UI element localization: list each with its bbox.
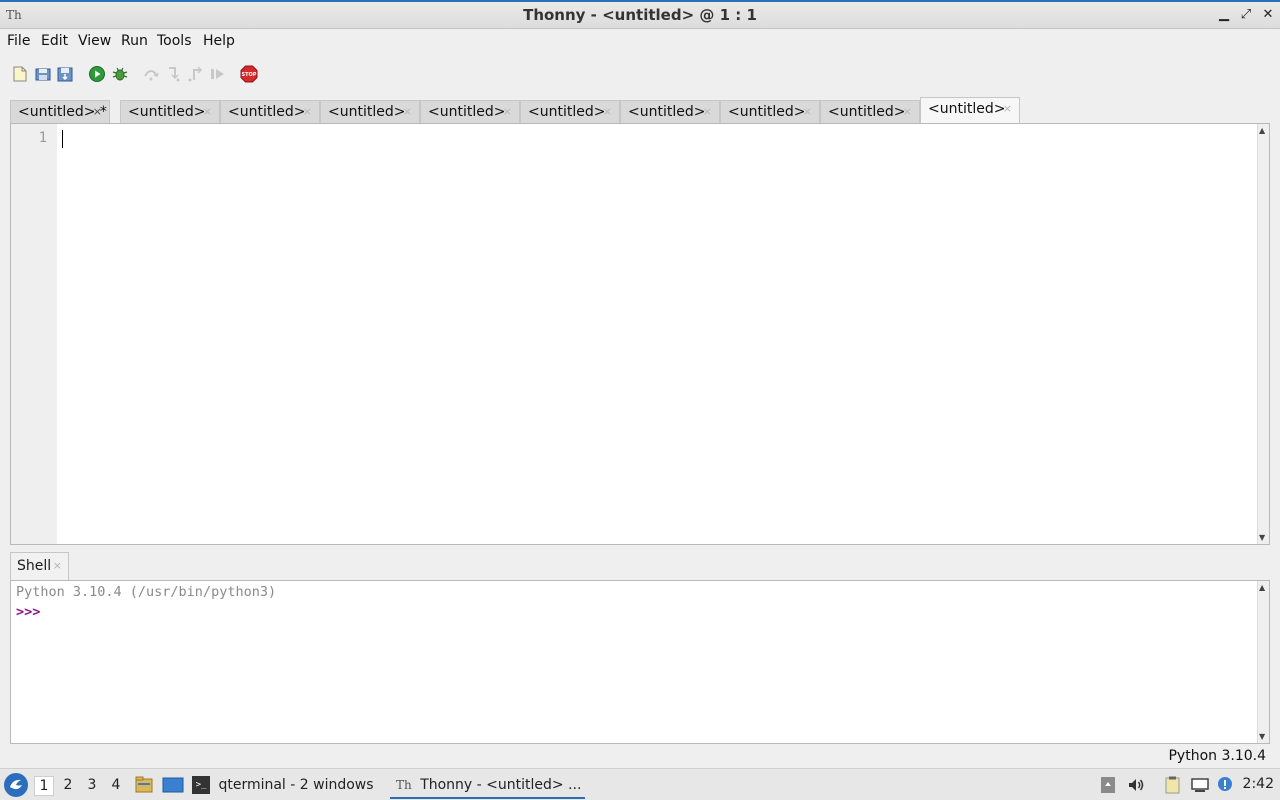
menu-file[interactable]: File: [7, 33, 30, 49]
python-version-status[interactable]: Python 3.10.4: [1168, 748, 1266, 764]
tab-label: <untitled>: [528, 104, 606, 120]
start-menu-button[interactable]: [4, 773, 28, 797]
tab-untitled-3[interactable]: <untitled> ×: [220, 100, 320, 124]
taskbar: 1 2 3 4 >_ qterminal - 2 windows Th Thon…: [0, 768, 1280, 800]
tab-label: <untitled>: [928, 101, 1006, 117]
volume-icon[interactable]: [1126, 775, 1146, 795]
network-icon[interactable]: [1190, 775, 1210, 795]
task-thonny[interactable]: Th Thonny - <untitled> ...: [390, 771, 585, 799]
step-over-icon: [144, 70, 159, 81]
scroll-down-arrow-icon[interactable]: ▼: [1259, 732, 1265, 741]
file-manager-icon[interactable]: [134, 775, 154, 795]
code-editor[interactable]: 1 ▲ ▼: [10, 123, 1270, 545]
workspace-3[interactable]: 3: [82, 776, 102, 796]
tab-label: <untitled>: [428, 104, 506, 120]
tab-untitled-7[interactable]: <untitled> ×: [620, 100, 720, 124]
tab-close-icon[interactable]: ×: [1003, 98, 1012, 120]
toolbar: STOP: [0, 60, 1280, 88]
tab-untitled-2[interactable]: <untitled> ×: [120, 100, 220, 124]
shell-console[interactable]: Python 3.10.4 (/usr/bin/python3) >>> ▲ ▼: [10, 580, 1270, 744]
status-bar: Python 3.10.4: [0, 746, 1280, 768]
shell-tab-close-icon[interactable]: ×: [53, 553, 62, 579]
text-caret: [62, 130, 63, 148]
tab-close-icon[interactable]: ×: [403, 101, 412, 123]
scroll-up-arrow-icon[interactable]: ▲: [1259, 583, 1265, 592]
tab-label: <untitled>: [828, 104, 906, 120]
title-bar: Th Thonny - <untitled> @ 1 : 1 ▁ ⤢ ✕: [0, 0, 1280, 29]
terminal-icon: >_: [192, 776, 210, 794]
clock[interactable]: 2:42: [1243, 776, 1274, 792]
show-desktop-icon[interactable]: [162, 775, 184, 795]
tab-close-icon[interactable]: ×: [803, 101, 812, 123]
tab-untitled-9[interactable]: <untitled> ×: [820, 100, 920, 124]
tab-untitled-6[interactable]: <untitled> ×: [520, 100, 620, 124]
tab-close-icon[interactable]: ×: [303, 101, 312, 123]
stop-icon[interactable]: STOP: [239, 64, 259, 84]
tab-untitled-4[interactable]: <untitled> ×: [320, 100, 420, 124]
task-label: Thonny - <untitled> ...: [420, 777, 582, 793]
menu-bar: File Edit View Run Tools Help: [0, 29, 1280, 55]
update-notifier-icon[interactable]: [1215, 775, 1235, 795]
tab-untitled-10[interactable]: <untitled> ×: [920, 97, 1020, 124]
window-title: Thonny - <untitled> @ 1 : 1: [523, 6, 757, 24]
lxqt-logo-icon: [5, 774, 27, 796]
step-out-icon: [188, 66, 203, 82]
menu-tools[interactable]: Tools: [157, 33, 192, 49]
open-file-icon[interactable]: [33, 64, 53, 84]
tab-close-icon[interactable]: ×: [703, 101, 712, 123]
tab-label: <untitled>: [328, 104, 406, 120]
scroll-down-arrow-icon[interactable]: ▼: [1259, 533, 1265, 542]
scroll-up-arrow-icon[interactable]: ▲: [1259, 126, 1265, 135]
svg-text:STOP: STOP: [242, 72, 257, 78]
task-qterminal[interactable]: >_ qterminal - 2 windows: [192, 771, 374, 799]
menu-help[interactable]: Help: [203, 33, 235, 49]
shell-scrollbar[interactable]: ▲ ▼: [1257, 581, 1269, 743]
workspace-2[interactable]: 2: [58, 776, 78, 796]
tab-close-icon[interactable]: ×: [603, 101, 612, 123]
workspace-1[interactable]: 1: [34, 776, 54, 796]
menu-edit[interactable]: Edit: [41, 33, 68, 49]
run-icon[interactable]: [87, 64, 107, 84]
tab-shell[interactable]: Shell ×: [10, 552, 69, 580]
tab-untitled-5[interactable]: <untitled> ×: [420, 100, 520, 124]
line-number: 1: [38, 130, 47, 146]
editor-tab-bar: <untitled> * × <untitled> × <untitled> ×…: [10, 97, 1270, 124]
shell-prompt: >>>: [16, 604, 41, 620]
tab-label: <untitled>: [228, 104, 306, 120]
tab-label: <untitled>: [728, 104, 806, 120]
thonny-task-icon: Th: [396, 778, 412, 792]
close-button[interactable]: ✕: [1258, 5, 1278, 25]
step-into-icon: [169, 67, 180, 82]
line-number-gutter: 1: [11, 124, 57, 544]
tab-label: <untitled>: [128, 104, 206, 120]
tab-label: <untitled>: [628, 104, 706, 120]
tab-close-icon[interactable]: ×: [93, 101, 102, 123]
tab-close-icon[interactable]: ×: [203, 101, 212, 123]
clipboard-icon[interactable]: [1162, 775, 1182, 795]
minimize-button[interactable]: ▁: [1214, 5, 1234, 25]
shell-tab-label: Shell: [17, 558, 52, 574]
shell-version-line: Python 3.10.4 (/usr/bin/python3): [16, 584, 277, 600]
menu-view[interactable]: View: [78, 33, 111, 49]
debug-icon[interactable]: [110, 64, 130, 84]
tab-close-icon[interactable]: ×: [903, 101, 912, 123]
notification-area-icon[interactable]: [1098, 775, 1118, 795]
new-file-icon[interactable]: [10, 64, 30, 84]
editor-scrollbar[interactable]: ▲ ▼: [1257, 124, 1269, 544]
save-file-icon[interactable]: [55, 64, 75, 84]
tab-untitled-8[interactable]: <untitled> ×: [720, 100, 820, 124]
tab-close-icon[interactable]: ×: [503, 101, 512, 123]
task-label: qterminal - 2 windows: [218, 777, 374, 793]
menu-run[interactable]: Run: [121, 33, 148, 49]
resume-icon: [211, 69, 224, 79]
maximize-button[interactable]: ⤢: [1236, 5, 1256, 25]
tab-untitled-1[interactable]: <untitled> * ×: [10, 100, 110, 124]
workspace-4[interactable]: 4: [106, 776, 126, 796]
